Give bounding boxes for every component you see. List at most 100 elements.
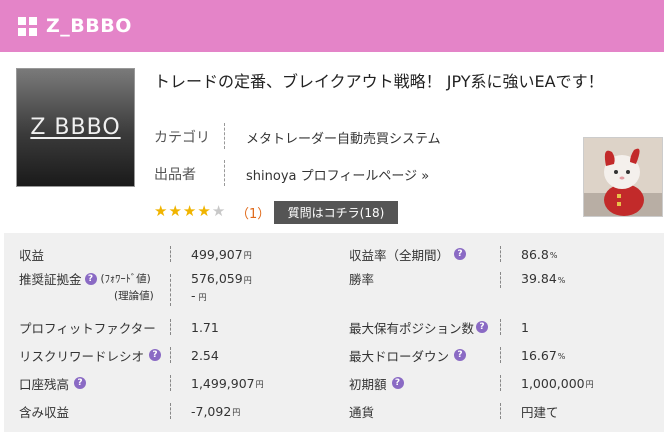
margin-forward-value: 576,059 [191,271,243,286]
separator [500,403,501,419]
yen-unit: 円 [255,380,264,389]
star-empty-icon: ★ [211,202,226,220]
unrealized-value: -7,092 円 [191,398,240,424]
star-icon: ★ [168,202,182,220]
separator [500,272,501,288]
dd-label: 最大ドローダウン? [349,342,467,368]
currency-value: 円建て [521,404,559,420]
star-icon: ★ [154,202,168,220]
stats-row-balance: 口座残高? 1,499,907 円 初期額? 1,000,000 円 [4,370,664,396]
dd-number: 16.67 [521,347,557,363]
avatar-image [584,138,662,216]
help-icon[interactable]: ? [84,272,97,285]
rr-label-text: リスクリワードレシオ [19,348,145,364]
percent-unit: % [549,251,558,260]
yen-unit: 円 [243,275,252,285]
category-value: メタトレーダー自動売買システム [246,132,441,147]
seller-separator [224,160,225,186]
profit-rate-label: 収益率（全期間）? [349,241,467,267]
winrate-value: 39.84% [521,270,565,287]
balance-label-text: 口座残高 [19,376,70,392]
separator [170,319,171,335]
logo-text: Z BBBO [30,115,121,140]
separator [170,375,171,391]
profit-rate-value: 86.8% [521,241,557,267]
help-icon[interactable]: ? [454,248,467,260]
separator [500,319,501,335]
max-positions-label-text: 最大保有ポジション数 [349,320,475,336]
margin-theory-value: - [191,288,196,303]
yen-unit: 円 [198,292,207,302]
separator [500,375,501,391]
margin-theory-label: (理論値) [114,290,154,302]
pf-label: プロフィットファクター [19,320,156,336]
category-separator [224,123,225,149]
rating-stars: ★ ★ ★ ★ ★ [154,204,225,219]
unrealized-label: 含み収益 [19,404,70,420]
separator [500,246,501,262]
separator [170,246,171,262]
profit-value: 499,907 円 [191,241,252,267]
initial-value: 1,000,000 円 [521,370,594,396]
initial-label-text: 初期額 [349,376,387,392]
star-icon: ★ [182,202,197,220]
margin-forward-label: (ﾌｫﾜｰﾄﾞ値) [100,273,151,285]
stats-row-margin: 推奨証拠金? (ﾌｫﾜｰﾄﾞ値) (理論値) 576,059 円 -円 勝率 39.… [4,270,664,310]
profit-rate-number: 86.8 [521,246,549,262]
profit-rate-label-text: 収益率（全期間） [349,247,450,263]
product-title: トレードの定番、ブレイクアウト戦略！ JPY系に強いEAです！ [154,72,604,91]
balance-value: 1,499,907 円 [191,370,264,396]
seller-profile-link[interactable]: shinoya プロフィールページ » [246,165,429,184]
star-icon: ★ [197,202,211,220]
yen-unit: 円 [232,408,241,417]
dd-value: 16.67% [521,342,565,368]
winrate-number: 39.84 [521,271,557,286]
stats-row-unrealized: 含み収益 -7,092 円 通貨 円建て [4,398,664,424]
separator [170,347,171,363]
balance-label: 口座残高? [19,370,87,396]
page-title: Z_BBBO [46,15,132,37]
unrealized-number: -7,092 [191,403,232,419]
balance-number: 1,499,907 [191,375,255,391]
help-icon[interactable]: ? [454,349,467,361]
separator [500,347,501,363]
seller-label: 出品者 [154,167,196,183]
percent-unit: % [557,352,566,361]
margin-label: 推奨証拠金 [19,272,82,287]
profit-number: 499,907 [191,246,243,262]
page-header: Z_BBBO [0,0,664,52]
stats-row-profit: 収益 499,907 円 収益率（全期間）? 86.8% [4,241,664,267]
seller-avatar[interactable] [583,137,663,217]
margin-label-block: 推奨証拠金? (ﾌｫﾜｰﾄﾞ値) (理論値) [19,270,154,304]
percent-unit: % [557,275,566,285]
initial-number: 1,000,000 [521,375,585,391]
product-logo: Z BBBO [16,68,135,187]
help-icon[interactable]: ? [476,321,489,333]
stats-row-rr: リスクリワードレシオ? 2.54 最大ドローダウン? 16.67% [4,342,664,368]
rr-label: リスクリワードレシオ? [19,342,162,368]
help-icon[interactable]: ? [391,377,404,389]
profit-label: 収益 [19,247,45,263]
seller-link[interactable]: shinoya プロフィールページ » [246,169,429,184]
yen-unit: 円 [585,380,594,389]
review-count-link[interactable]: （1） [236,203,270,222]
currency-label: 通貨 [349,404,375,420]
rr-value: 2.54 [191,347,219,363]
winrate-label: 勝率 [349,272,375,287]
yen-unit: 円 [243,251,252,260]
max-positions-value: 1 [521,319,529,335]
stats-row-pf: プロフィットファクター 1.71 最大保有ポジション数? 1 [4,314,664,340]
stats-panel: 収益 499,907 円 収益率（全期間）? 86.8% 推奨証拠金? (ﾌｫﾜｰﾄ… [4,233,664,432]
initial-label: 初期額? [349,370,404,396]
question-button[interactable]: 質問はコチラ(18) [274,201,398,224]
max-positions-label: 最大保有ポジション数? [349,314,489,340]
margin-value-block: 576,059 円 -円 [191,270,252,304]
pf-value: 1.71 [191,319,219,335]
separator [170,274,171,306]
dd-label-text: 最大ドローダウン [349,348,450,364]
help-icon[interactable]: ? [149,349,162,361]
category-label: カテゴリ [154,130,210,146]
grid-icon [18,16,37,36]
separator [170,403,171,419]
help-icon[interactable]: ? [74,377,87,389]
